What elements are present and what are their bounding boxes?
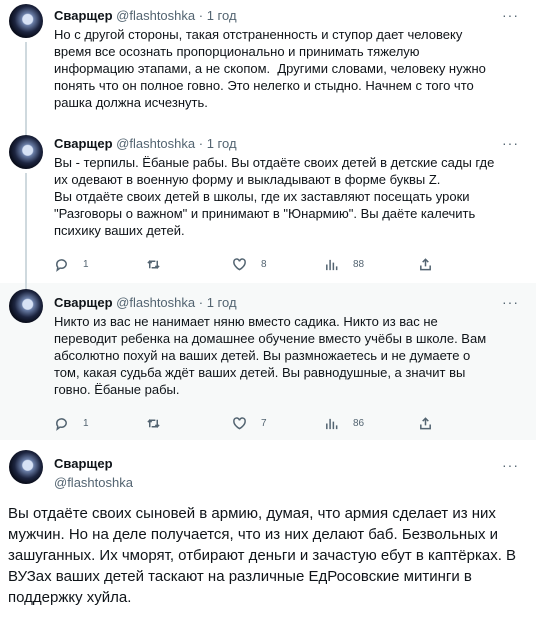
tweet-header: Сварщер @flashtoshka · 1 год — [54, 295, 237, 311]
separator-dot: · — [198, 136, 204, 151]
reply-icon — [56, 417, 67, 431]
retweet-icon — [147, 418, 160, 428]
author-name[interactable]: Сварщер — [54, 8, 113, 23]
tweet-text: Никто из вас не нанимает няню вместо сад… — [54, 314, 487, 397]
tweet-header: Сварщер @flashtoshka · 1 год — [54, 8, 237, 24]
main-tweet-text: Вы отдаёте своих сыновей в армию, думая,… — [8, 505, 517, 606]
reply-button[interactable]: 1 — [54, 256, 89, 272]
author-name[interactable]: Сварщер — [54, 456, 133, 472]
views-button[interactable]: 86 — [324, 415, 364, 431]
retweet-icon — [147, 259, 160, 269]
tweet-text: Но с другой стороны, такая отстраненност… — [54, 27, 486, 110]
tweet[interactable]: Сварщер @flashtoshka · 1 год ··· Вы - те… — [0, 130, 536, 283]
avatar[interactable] — [9, 135, 43, 169]
like-count: 7 — [261, 417, 267, 429]
tweet[interactable]: Сварщер @flashtoshka · 1 год ··· Никто и… — [0, 283, 536, 440]
views-button[interactable]: 88 — [324, 256, 364, 272]
views-icon — [326, 418, 338, 429]
author-handle[interactable]: @flashtoshka — [116, 136, 195, 151]
heart-icon — [233, 416, 246, 430]
retweet-button[interactable] — [146, 256, 161, 272]
reply-icon — [56, 258, 67, 272]
avatar[interactable] — [9, 4, 43, 38]
retweet-button[interactable] — [146, 415, 161, 431]
share-button[interactable] — [418, 256, 433, 272]
share-icon — [420, 257, 431, 270]
tweet-actions: 1 8 88 — [54, 256, 434, 272]
thread-line — [25, 42, 27, 130]
author-handle[interactable]: @flashtoshka — [54, 475, 133, 491]
tweet-time[interactable]: 1 год — [207, 295, 237, 310]
tweet-header: Сварщер @flashtoshka · 1 год — [54, 136, 237, 152]
share-button[interactable] — [418, 415, 433, 431]
views-count: 88 — [353, 258, 365, 270]
more-icon[interactable]: ··· — [502, 8, 518, 22]
reply-button[interactable]: 1 — [54, 415, 89, 431]
tweet-actions: 1 7 86 — [54, 415, 434, 431]
more-icon[interactable]: ··· — [502, 136, 518, 150]
tweet[interactable]: Сварщер @flashtoshka · 1 год ··· Но с др… — [0, 0, 536, 130]
author-name[interactable]: Сварщер — [54, 136, 113, 151]
author-name[interactable]: Сварщер — [54, 295, 113, 310]
like-button[interactable]: 7 — [232, 415, 267, 431]
more-icon[interactable]: ··· — [502, 458, 518, 472]
views-icon — [326, 259, 338, 270]
heart-icon — [233, 257, 246, 271]
reply-count: 1 — [83, 417, 89, 429]
separator-dot: · — [198, 8, 204, 23]
tweet-time[interactable]: 1 год — [207, 136, 237, 151]
tweet-text: Вы - терпилы. Ёбаные рабы. Вы отдаёте св… — [54, 155, 495, 238]
thread-line — [25, 173, 27, 283]
share-icon — [420, 416, 431, 429]
separator-dot: · — [198, 295, 204, 310]
avatar[interactable] — [9, 450, 43, 484]
reply-count: 1 — [83, 258, 89, 270]
author-handle[interactable]: @flashtoshka — [116, 8, 195, 23]
like-button[interactable]: 8 — [232, 256, 267, 272]
tweet-time[interactable]: 1 год — [207, 8, 237, 23]
author-handle[interactable]: @flashtoshka — [116, 295, 195, 310]
like-count: 8 — [261, 258, 267, 270]
views-count: 86 — [353, 417, 365, 429]
more-icon[interactable]: ··· — [502, 295, 518, 309]
main-tweet-header: Сварщер @flashtoshka — [54, 456, 133, 491]
avatar[interactable] — [9, 289, 43, 323]
